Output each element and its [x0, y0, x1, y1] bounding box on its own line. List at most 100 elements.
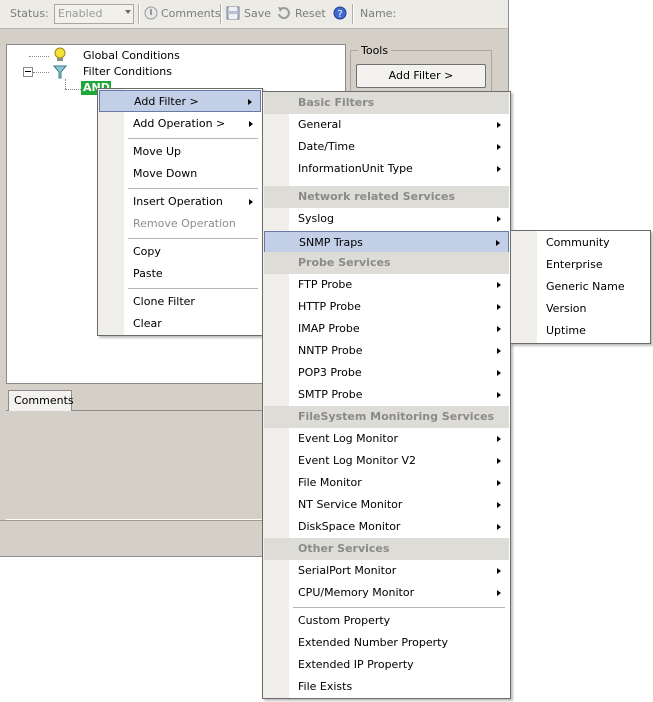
menu-item-label: Date/Time [298, 140, 355, 153]
menu-item-extended-number-property[interactable]: Extended Number Property [264, 632, 509, 654]
save-button[interactable]: Save [244, 7, 271, 20]
toolbar-divider [352, 4, 354, 24]
menu-item-label: Insert Operation [133, 195, 223, 208]
tree-item-filter-conditions[interactable]: Filter Conditions [83, 65, 172, 78]
menu-header-label: Probe Services [298, 256, 391, 269]
tree-item-global-conditions[interactable]: Global Conditions [83, 49, 180, 62]
menu-item-label: Enterprise [546, 258, 603, 271]
chevron-right-icon [497, 568, 501, 574]
menu-item-label: Paste [133, 267, 163, 280]
snmp-traps-submenu: Community Enterprise Generic Name Versio… [510, 230, 651, 344]
menu-item-date-time[interactable]: Date/Time [264, 136, 509, 158]
menu-item-version[interactable]: Version [512, 298, 649, 320]
menu-item-add-operation[interactable]: Add Operation > [99, 113, 261, 135]
menu-item-informationunit-type[interactable]: InformationUnit Type [264, 158, 509, 180]
menu-item-clear[interactable]: Clear [99, 313, 261, 335]
menu-item-label: Syslog [298, 212, 334, 225]
menu-item-enterprise[interactable]: Enterprise [512, 254, 649, 276]
menu-item-pop3-probe[interactable]: POP3 Probe [264, 362, 509, 384]
menu-item-nntp-probe[interactable]: NNTP Probe [264, 340, 509, 362]
chevron-right-icon [497, 326, 501, 332]
chevron-right-icon [497, 348, 501, 354]
menu-item-insert-operation[interactable]: Insert Operation [99, 191, 261, 213]
name-label: Name: [360, 7, 397, 20]
menu-header-label: FileSystem Monitoring Services [298, 410, 495, 423]
chevron-down-icon [125, 10, 131, 14]
menu-item-imap-probe[interactable]: IMAP Probe [264, 318, 509, 340]
menu-item-label: Add Filter > [134, 95, 199, 108]
menu-item-label: Move Down [133, 167, 198, 180]
toolbar-divider [138, 4, 140, 24]
menu-item-copy[interactable]: Copy [99, 241, 261, 263]
reset-button[interactable]: Reset [295, 7, 326, 20]
menu-item-event-log-monitor-v2[interactable]: Event Log Monitor V2 [264, 450, 509, 472]
menu-item-diskspace-monitor[interactable]: DiskSpace Monitor [264, 516, 509, 538]
menu-separator [128, 188, 258, 189]
menu-item-label: Add Operation > [133, 117, 226, 130]
collapse-icon[interactable] [23, 67, 33, 77]
menu-header-network-services: Network related Services [264, 186, 509, 208]
add-filter-button[interactable]: Add Filter > [356, 64, 486, 88]
menu-item-snmp-traps[interactable]: SNMP Traps [264, 231, 509, 253]
menu-separator [128, 138, 258, 139]
menu-item-ftp-probe[interactable]: FTP Probe [264, 274, 509, 296]
tab-comments[interactable]: Comments [8, 390, 74, 411]
menu-item-label: Community [546, 236, 610, 249]
menu-item-http-probe[interactable]: HTTP Probe [264, 296, 509, 318]
menu-item-move-up[interactable]: Move Up [99, 141, 261, 163]
menu-item-label: InformationUnit Type [298, 162, 413, 175]
menu-item-generic-name[interactable]: Generic Name [512, 276, 649, 298]
chevron-right-icon [497, 304, 501, 310]
tab-comments-label: Comments [14, 394, 74, 407]
save-icon [226, 6, 240, 20]
chevron-right-icon [497, 122, 501, 128]
menu-item-clone-filter[interactable]: Clone Filter [99, 291, 261, 313]
menu-item-paste[interactable]: Paste [99, 263, 261, 285]
menu-item-label: File Monitor [298, 476, 362, 489]
menu-item-label: DiskSpace Monitor [298, 520, 401, 533]
menu-item-label: Clear [133, 317, 162, 330]
menu-item-cpu-memory-monitor[interactable]: CPU/Memory Monitor [264, 582, 509, 604]
chevron-right-icon [497, 458, 501, 464]
context-menu: Add Filter > Add Operation > Move Up Mov… [97, 88, 263, 336]
menu-item-syslog[interactable]: Syslog [264, 208, 509, 230]
menu-item-file-monitor[interactable]: File Monitor [264, 472, 509, 494]
menu-item-community[interactable]: Community [512, 232, 649, 254]
menu-separator [128, 288, 258, 289]
menu-item-label: POP3 Probe [298, 366, 362, 379]
menu-item-label: HTTP Probe [298, 300, 361, 313]
menu-item-label: Extended IP Property [298, 658, 414, 671]
menu-item-uptime[interactable]: Uptime [512, 320, 649, 342]
status-select[interactable]: Enabled [54, 4, 134, 24]
menu-item-custom-property[interactable]: Custom Property [264, 610, 509, 632]
menu-item-event-log-monitor[interactable]: Event Log Monitor [264, 428, 509, 450]
menu-item-nt-service-monitor[interactable]: NT Service Monitor [264, 494, 509, 516]
chevron-right-icon [249, 121, 253, 127]
comments-button[interactable]: Comments [161, 7, 221, 20]
chevron-right-icon [248, 99, 252, 105]
menu-item-label: SMTP Probe [298, 388, 363, 401]
menu-item-file-exists[interactable]: File Exists [264, 676, 509, 698]
chevron-right-icon [497, 502, 501, 508]
menu-header-label: Network related Services [298, 190, 455, 203]
menu-item-move-down[interactable]: Move Down [99, 163, 261, 185]
menu-item-label: IMAP Probe [298, 322, 360, 335]
help-icon[interactable]: ? [333, 6, 347, 20]
tree-line [29, 56, 49, 57]
menu-item-extended-ip-property[interactable]: Extended IP Property [264, 654, 509, 676]
add-filter-button-label: Add Filter > [388, 69, 454, 82]
menu-item-label: NNTP Probe [298, 344, 363, 357]
menu-item-label: Generic Name [546, 280, 625, 293]
menu-item-label: Event Log Monitor [298, 432, 398, 445]
menu-item-serialport-monitor[interactable]: SerialPort Monitor [264, 560, 509, 582]
filter-icon [53, 65, 67, 79]
chevron-right-icon [497, 590, 501, 596]
chevron-right-icon [496, 240, 500, 246]
menu-item-add-filter[interactable]: Add Filter > [99, 90, 261, 112]
chevron-right-icon [497, 436, 501, 442]
menu-item-smtp-probe[interactable]: SMTP Probe [264, 384, 509, 406]
chevron-right-icon [497, 524, 501, 530]
chevron-right-icon [497, 480, 501, 486]
menu-header-filesystem-services: FileSystem Monitoring Services [264, 406, 509, 428]
menu-item-general[interactable]: General [264, 114, 509, 136]
